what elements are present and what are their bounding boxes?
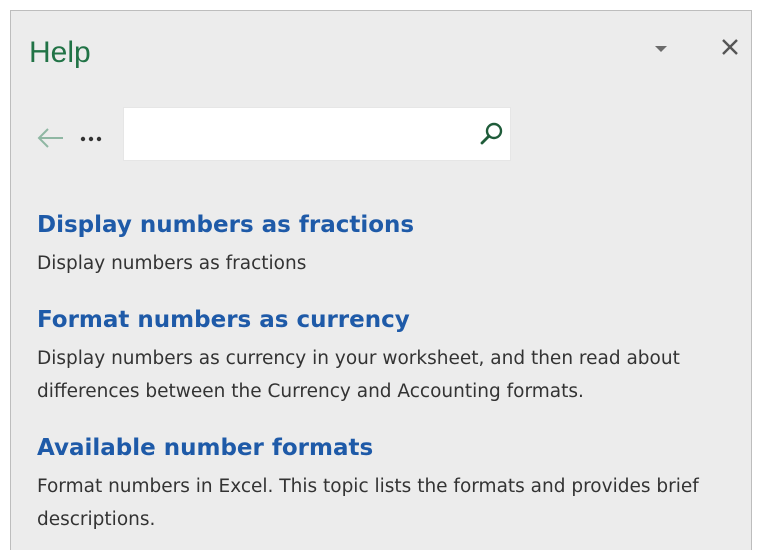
close-icon[interactable]	[718, 35, 742, 59]
search-results: Display numbers as fractions Display num…	[37, 207, 747, 550]
result-description: Display numbers as currency in your work…	[37, 348, 680, 402]
chevron-down-icon[interactable]	[651, 41, 671, 57]
result-title-link[interactable]: Format numbers as currency	[37, 302, 747, 338]
search-box	[123, 107, 511, 161]
result-item: Format numbers as currency Display numbe…	[37, 302, 747, 408]
result-title-link[interactable]: Display numbers as fractions	[37, 207, 747, 243]
result-title-link[interactable]: Available number formats	[37, 430, 747, 466]
result-item: Display numbers as fractions Display num…	[37, 207, 747, 280]
result-description: Format numbers in Excel. This topic list…	[37, 476, 699, 530]
more-icon[interactable]	[77, 125, 105, 151]
search-icon[interactable]	[478, 120, 506, 148]
help-pane: Help Display numbers as fractions Displa…	[10, 10, 752, 550]
result-item: Available number formats Format numbers …	[37, 430, 747, 536]
result-description: Display numbers as fractions	[37, 253, 307, 274]
pane-title: Help	[29, 36, 91, 69]
search-input[interactable]	[124, 108, 454, 160]
arrow-left-icon[interactable]	[35, 125, 67, 151]
